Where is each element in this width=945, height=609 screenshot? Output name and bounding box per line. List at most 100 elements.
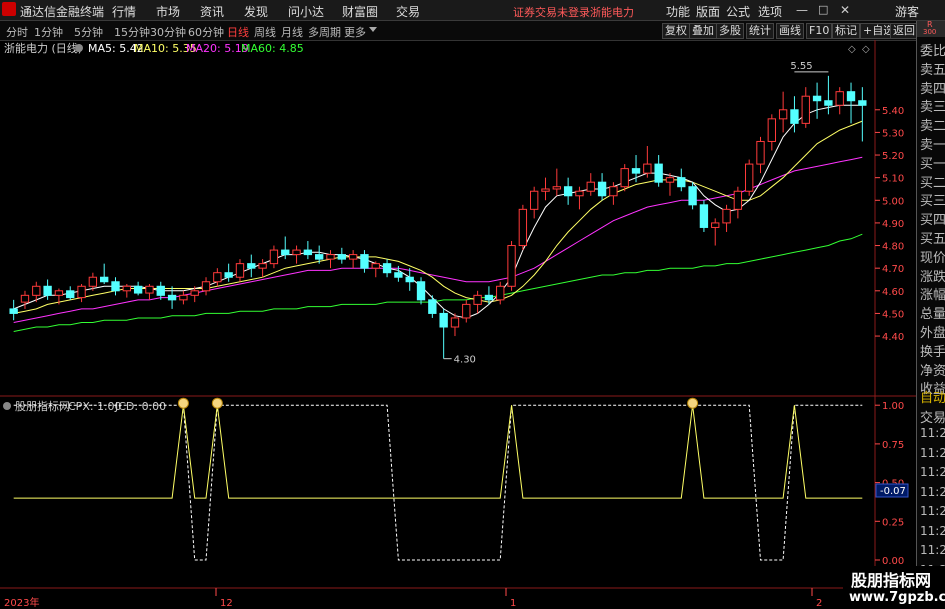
side-item[interactable]: 买五 — [920, 228, 945, 247]
trade-time[interactable]: 11:29 — [920, 524, 945, 538]
x-label-dec: 12 — [220, 598, 233, 609]
candle-body-up — [269, 249, 279, 265]
period-15min[interactable]: 15分钟 — [114, 24, 150, 40]
side-item[interactable]: 现价 — [920, 247, 945, 266]
period-1min[interactable]: 1分钟 — [34, 24, 63, 40]
menu-item-market[interactable]: 市场 — [156, 3, 180, 20]
indicator-title: 股朋指标网 — [15, 399, 70, 413]
period-toolbar: 分时 1分钟 5分钟 15分钟 30分钟 60分钟 日线 周线 月线 多周期 更… — [0, 21, 945, 41]
trade-time[interactable]: 11:29 — [920, 485, 945, 499]
minimize-icon[interactable]: — — [796, 3, 808, 17]
candle-body-up — [530, 190, 539, 210]
candlesticks — [9, 75, 867, 359]
chart-canvas[interactable]: 浙能电力 (日线) MA5: 5.42 MA10: 5.35 MA20: 5.1… — [0, 40, 916, 609]
candle-body-down — [631, 168, 641, 174]
side-item[interactable]: 卖一 — [920, 134, 945, 153]
diamond-icon[interactable]: ◇ — [848, 44, 856, 55]
side-item[interactable]: 涨跌 — [920, 266, 945, 285]
side-item[interactable]: 买三 — [920, 190, 945, 209]
sub-y-tick-label: 0.75 — [882, 440, 904, 451]
side-item[interactable]: 买二 — [920, 172, 945, 191]
menu-item-options[interactable]: 选项 — [758, 3, 782, 20]
candle-body-up — [835, 91, 844, 106]
side-item[interactable]: 委比 — [920, 40, 945, 59]
trade-time[interactable]: 11:29 — [920, 504, 945, 518]
side-panel-header[interactable]: R 300 — [917, 20, 945, 37]
cpx-line — [13, 405, 863, 499]
side-sub-item[interactable]: 自动 — [920, 387, 945, 406]
candle-body-down — [790, 109, 799, 124]
candle-body-up — [179, 294, 188, 301]
period-multi[interactable]: 多周期 — [308, 24, 341, 40]
menu-item-news[interactable]: 资讯 — [200, 3, 224, 20]
candle-body-up — [20, 294, 30, 303]
tool-draw[interactable]: 画线 — [776, 23, 804, 39]
maximize-icon[interactable]: □ — [818, 3, 828, 16]
menu-item-trade[interactable]: 交易 — [396, 3, 420, 20]
trade-time[interactable]: 11:29 — [920, 465, 945, 479]
period-30min[interactable]: 30分钟 — [150, 24, 186, 40]
side-item[interactable]: 换手 — [920, 341, 945, 360]
tool-stats[interactable]: 统计 — [746, 23, 774, 39]
candle-body-up — [235, 263, 245, 278]
candle-body-down — [812, 95, 822, 102]
candle-body-down — [315, 254, 324, 260]
period-more[interactable]: 更多 — [344, 24, 366, 40]
trade-time[interactable]: 11:29 — [920, 543, 945, 557]
side-item[interactable]: 卖四 — [920, 78, 945, 97]
candle-body-down — [846, 91, 856, 102]
candle-body-up — [258, 263, 267, 269]
collapse-icon[interactable]: ◇ — [862, 44, 870, 55]
menu-bar: 通达信金融终端 行情 市场 资讯 发现 问小达 财富圈 交易 证券交易未登录 浙… — [0, 0, 945, 21]
tool-back[interactable]: 返回 — [890, 23, 918, 39]
period-tick[interactable]: 分时 — [6, 24, 28, 40]
candle-body-down — [156, 285, 165, 296]
side-item[interactable]: 卖三 — [920, 96, 945, 115]
side-item[interactable]: 买一 — [920, 153, 945, 172]
side-item[interactable]: 净资 — [920, 360, 945, 379]
signal-icon — [177, 397, 189, 409]
trade-time[interactable]: 11:29 — [920, 446, 945, 460]
period-daily[interactable]: 日线 — [227, 24, 249, 40]
settings-icon[interactable] — [75, 44, 83, 52]
login-notice[interactable]: 证券交易未登录 — [513, 4, 590, 20]
close-icon[interactable]: ✕ — [840, 3, 850, 17]
user-label[interactable]: 游客 — [895, 3, 919, 20]
menu-item-discover[interactable]: 发现 — [244, 3, 268, 20]
candle-body-down — [688, 186, 697, 206]
side-item[interactable]: 外盘 — [920, 322, 945, 341]
tool-f10[interactable]: F10 — [806, 23, 833, 39]
side-item[interactable]: 总量 — [920, 303, 945, 322]
period-5min[interactable]: 5分钟 — [74, 24, 103, 40]
tool-adjust[interactable]: 复权 — [662, 23, 690, 39]
candle-body-down — [484, 294, 494, 301]
menu-item-ask[interactable]: 问小达 — [288, 3, 324, 20]
candle-body-down — [654, 163, 663, 183]
candle-body-down — [247, 263, 256, 269]
low-price-label: 4.30 — [454, 355, 476, 366]
candle-body-up — [665, 177, 675, 183]
more-dropdown-icon[interactable] — [369, 27, 377, 32]
tool-mark[interactable]: 标记 — [832, 23, 860, 39]
side-item[interactable]: 卖五 — [920, 59, 945, 78]
candle-body-up — [201, 281, 211, 292]
period-60min[interactable]: 60分钟 — [188, 24, 224, 40]
period-monthly[interactable]: 月线 — [281, 24, 303, 40]
trade-time[interactable]: 11:29 — [920, 426, 945, 440]
tool-multi-stock[interactable]: 多股 — [716, 23, 744, 39]
menu-item-wealth[interactable]: 财富圈 — [342, 3, 378, 20]
side-item[interactable]: 卖二 — [920, 115, 945, 134]
y-tick-label: 5.30 — [882, 128, 904, 139]
menu-item-layout[interactable]: 版面 — [696, 3, 720, 20]
menu-item-quotes[interactable]: 行情 — [112, 3, 136, 20]
period-weekly[interactable]: 周线 — [254, 24, 276, 40]
side-item[interactable]: 涨幅 — [920, 284, 945, 303]
candle-body-down — [405, 276, 414, 283]
menu-item-formula[interactable]: 公式 — [726, 3, 750, 20]
menu-item-function[interactable]: 功能 — [666, 3, 690, 20]
indicator-settings-icon[interactable] — [3, 402, 11, 410]
side-sub-item[interactable]: 交易 — [920, 407, 945, 426]
candle-body-down — [416, 281, 426, 301]
tool-overlay[interactable]: 叠加 — [689, 23, 717, 39]
side-item[interactable]: 买四 — [920, 209, 945, 228]
